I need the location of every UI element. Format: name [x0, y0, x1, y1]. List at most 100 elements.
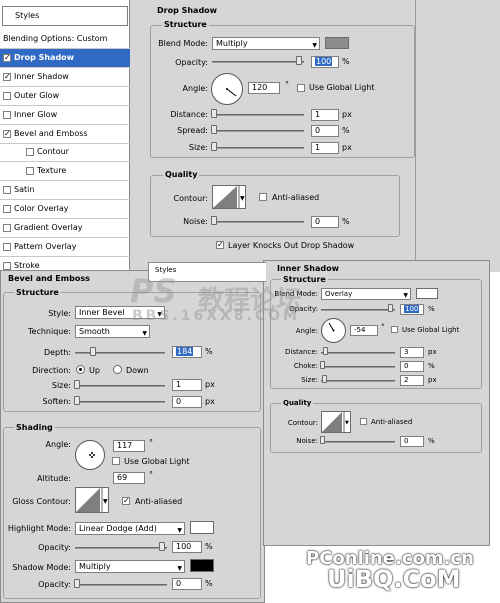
use-global-light-checkbox[interactable] — [297, 84, 305, 92]
gloss-contour-picker[interactable]: ▼ — [75, 487, 109, 513]
direction-up-radio[interactable] — [76, 365, 85, 374]
noise-slider-thumb[interactable] — [211, 216, 217, 225]
is-distance-thumb[interactable] — [323, 347, 328, 355]
shadow-opacity-thumb[interactable] — [74, 579, 80, 588]
depth-slider-thumb[interactable] — [90, 347, 96, 356]
is-distance-field[interactable]: 3 — [400, 347, 424, 358]
style-item-checkbox[interactable] — [3, 72, 11, 82]
style-item-inner-shadow[interactable]: Inner Shadow — [0, 68, 130, 87]
highlight-opacity-thumb[interactable] — [159, 542, 165, 551]
style-item-label: Contour — [37, 147, 69, 157]
is-anti-aliased-checkbox[interactable] — [360, 418, 367, 425]
soften-field[interactable]: 0 — [172, 396, 202, 408]
style-item-inner-glow[interactable]: Inner Glow — [0, 106, 130, 125]
shadow-opacity-field[interactable]: 0 — [172, 578, 202, 590]
angle-field[interactable]: 120 — [248, 82, 280, 94]
style-item-checkbox[interactable] — [26, 167, 34, 176]
styles-header-label: Styles — [15, 11, 40, 20]
spread-slider-thumb[interactable] — [211, 125, 217, 134]
style-item-checkbox[interactable] — [3, 261, 11, 270]
is-opacity-thumb[interactable] — [388, 304, 393, 312]
style-item-blending-options-custom[interactable]: Blending Options: Custom — [0, 30, 130, 49]
spread-slider-track[interactable] — [212, 130, 304, 132]
distance-slider-track[interactable] — [212, 114, 304, 116]
style-item-drop-shadow[interactable]: Drop Shadow — [0, 48, 130, 68]
style-item-checkbox[interactable] — [26, 148, 34, 157]
noise-slider-track[interactable] — [212, 221, 304, 223]
technique-select[interactable]: Smooth ▼ — [75, 325, 150, 338]
contour-picker[interactable]: ▼ — [212, 185, 246, 209]
distance-slider-thumb[interactable] — [211, 109, 217, 118]
shadow-color-swatch[interactable] — [325, 37, 349, 49]
distance-field[interactable]: 1 — [311, 109, 339, 121]
bevel-size-slider-track[interactable] — [75, 385, 165, 387]
shadow-opacity-track[interactable] — [75, 584, 167, 586]
is-contour-picker[interactable]: ▼ — [321, 411, 351, 433]
highlight-opacity-field[interactable]: 100 — [172, 541, 202, 553]
is-global-light-checkbox[interactable] — [391, 326, 398, 333]
anti-aliased-checkbox[interactable] — [259, 193, 267, 201]
is-choke-thumb[interactable] — [320, 361, 325, 369]
style-item-pattern-overlay[interactable]: Pattern Overlay — [0, 238, 130, 257]
is-noise-track[interactable] — [321, 441, 395, 443]
is-opacity-field[interactable]: 100 — [400, 304, 424, 315]
shading-angle-dial[interactable] — [75, 440, 105, 470]
depth-field[interactable]: 184 — [172, 346, 202, 358]
highlight-mode-select[interactable]: Linear Dodge (Add) ▼ — [75, 522, 185, 535]
is-angle-dial[interactable] — [321, 318, 346, 343]
style-item-checkbox[interactable] — [3, 110, 11, 119]
opacity-field[interactable]: 100 — [311, 56, 339, 68]
is-distance-track[interactable] — [321, 352, 395, 354]
bevel-anti-aliased-checkbox[interactable] — [122, 496, 130, 506]
style-item-checkbox[interactable] — [3, 186, 11, 195]
altitude-field[interactable]: 69 — [113, 472, 145, 484]
is-blend-mode-select[interactable]: Overlay ▼ — [321, 288, 411, 300]
bevel-global-light-checkbox[interactable] — [112, 457, 120, 465]
is-color-swatch[interactable] — [416, 288, 438, 299]
bevel-size-slider-thumb[interactable] — [74, 380, 80, 389]
size-slider-thumb[interactable] — [211, 142, 217, 151]
style-item-checkbox[interactable] — [3, 129, 11, 139]
is-choke-field[interactable]: 0 — [400, 361, 424, 372]
depth-slider-track[interactable] — [75, 352, 165, 354]
opacity-slider-track[interactable] — [212, 61, 304, 63]
style-item-checkbox[interactable] — [3, 91, 11, 100]
shadow-mode-color-swatch[interactable] — [190, 559, 214, 572]
soften-slider-track[interactable] — [75, 401, 165, 403]
blend-mode-select[interactable]: Multiply ▼ — [212, 37, 320, 50]
style-item-satin[interactable]: Satin — [0, 181, 130, 201]
style-item-checkbox[interactable] — [3, 242, 11, 251]
styles-header[interactable]: Styles — [2, 6, 128, 26]
angle-dial[interactable] — [211, 73, 243, 105]
is-angle-field[interactable]: -54 — [350, 325, 378, 336]
is-noise-thumb[interactable] — [320, 436, 325, 444]
style-item-contour[interactable]: Contour — [0, 143, 130, 163]
highlight-opacity-track[interactable] — [75, 547, 167, 549]
direction-down-radio[interactable] — [113, 365, 122, 374]
soften-slider-thumb[interactable] — [74, 396, 80, 405]
style-item-gradient-overlay[interactable]: Gradient Overlay — [0, 219, 130, 238]
is-size-track[interactable] — [321, 380, 395, 382]
opacity-slider-thumb[interactable] — [296, 56, 302, 65]
style-item-checkbox[interactable] — [3, 53, 11, 63]
spread-field[interactable]: 0 — [311, 125, 339, 137]
is-size-field[interactable]: 2 — [400, 375, 424, 386]
size-field[interactable]: 1 — [311, 142, 339, 154]
shadow-mode-select[interactable]: Multiply ▼ — [75, 560, 185, 573]
noise-field[interactable]: 0 — [311, 216, 339, 228]
shading-angle-field[interactable]: 117 — [113, 440, 145, 452]
style-item-texture[interactable]: Texture — [0, 162, 130, 182]
is-opacity-track[interactable] — [321, 309, 395, 311]
size-slider-track[interactable] — [212, 147, 304, 149]
is-size-thumb[interactable] — [322, 375, 327, 383]
is-noise-field[interactable]: 0 — [400, 436, 424, 447]
style-item-checkbox[interactable] — [3, 224, 11, 232]
style-item-bevel-and-emboss[interactable]: Bevel and Emboss — [0, 125, 130, 144]
bevel-size-field[interactable]: 1 — [172, 379, 202, 391]
is-choke-track[interactable] — [321, 366, 395, 368]
layer-knocks-out-checkbox[interactable] — [216, 240, 224, 250]
style-item-outer-glow[interactable]: Outer Glow — [0, 87, 130, 106]
style-item-checkbox[interactable] — [3, 205, 11, 214]
highlight-color-swatch[interactable] — [190, 521, 214, 534]
style-item-color-overlay[interactable]: Color Overlay — [0, 200, 130, 220]
